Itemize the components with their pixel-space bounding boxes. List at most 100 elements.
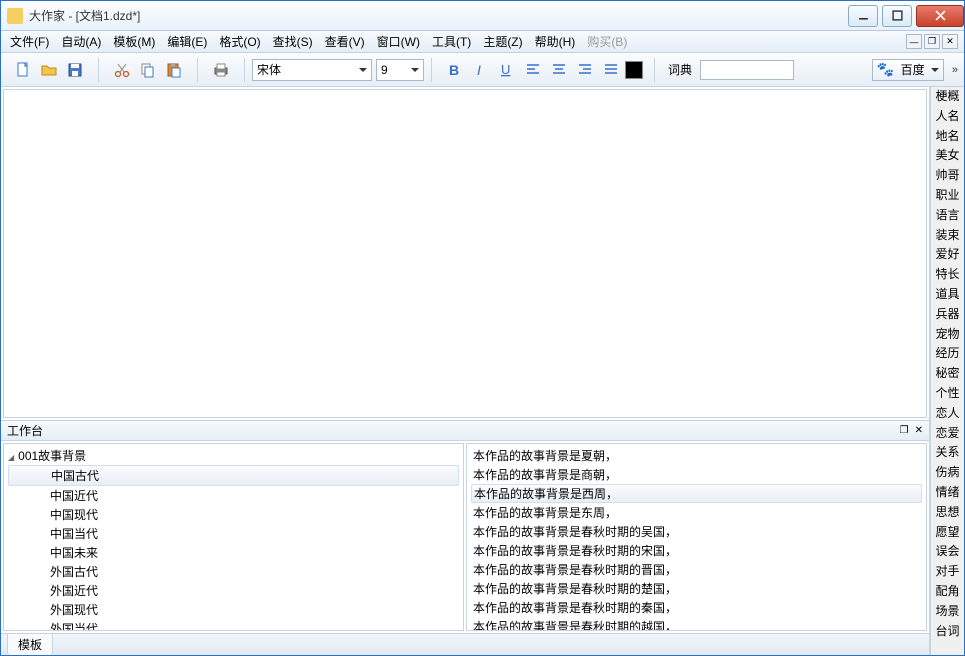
list-item[interactable]: 本作品的故事背景是春秋时期的晋国， xyxy=(467,560,926,579)
menu-item[interactable]: 自动(A) xyxy=(56,31,106,52)
sidebar-item[interactable]: 宠物 xyxy=(931,325,964,345)
side-panel: 梗概人名地名美女帅哥职业语言装束爱好特长道具兵器宠物经历秘密个性恋人恋爱关系伤病… xyxy=(930,87,964,655)
menu-item[interactable]: 查找(S) xyxy=(268,31,318,52)
paste-button[interactable] xyxy=(162,58,186,82)
font-size: 9 xyxy=(381,63,388,77)
menu-item[interactable]: 查看(V) xyxy=(320,31,370,52)
sidebar-item[interactable]: 对手 xyxy=(931,562,964,582)
sidebar-item[interactable]: 爱好 xyxy=(931,245,964,265)
sidebar-item[interactable]: 恋人 xyxy=(931,404,964,424)
menu-item[interactable]: 窗口(W) xyxy=(372,31,425,52)
sidebar-item[interactable]: 台词 xyxy=(931,622,964,642)
sidebar-item[interactable]: 愿望 xyxy=(931,523,964,543)
font-color-button[interactable] xyxy=(625,61,643,79)
sidebar-item[interactable]: 情绪 xyxy=(931,483,964,503)
sidebar-item[interactable]: 语言 xyxy=(931,206,964,226)
sidebar-item[interactable]: 经历 xyxy=(931,344,964,364)
maximize-button[interactable] xyxy=(882,5,912,27)
save-button[interactable] xyxy=(63,58,87,82)
align-right-button[interactable] xyxy=(573,58,597,82)
dock-float-button[interactable]: ❐ xyxy=(900,425,909,436)
tree-pane[interactable]: 001故事背景中国古代中国近代中国现代中国当代中国未来外国古代外国近代外国现代外… xyxy=(3,443,464,631)
title-bar: 大作家 - [文档1.dzd*] xyxy=(1,1,964,31)
sidebar-item[interactable]: 关系 xyxy=(931,443,964,463)
minimize-button[interactable] xyxy=(848,5,878,27)
tree-item[interactable]: 中国当代 xyxy=(4,524,463,543)
toolbar: 宋体 9 B I U 词典 🐾百度 » xyxy=(1,53,964,87)
dock-tab-template[interactable]: 模板 xyxy=(7,633,53,655)
sidebar-item[interactable]: 恋爱 xyxy=(931,424,964,444)
align-left-button[interactable] xyxy=(521,58,545,82)
sidebar-item[interactable]: 地名 xyxy=(931,127,964,147)
dictionary-input[interactable] xyxy=(700,60,794,80)
menu-item[interactable]: 文件(F) xyxy=(5,31,54,52)
mdi-close-button[interactable]: ✕ xyxy=(942,34,958,49)
sidebar-item[interactable]: 场景 xyxy=(931,602,964,622)
bold-button[interactable]: B xyxy=(443,58,467,82)
sidebar-item[interactable]: 伤病 xyxy=(931,463,964,483)
sidebar-item[interactable]: 梗概 xyxy=(931,87,964,107)
italic-button[interactable]: I xyxy=(469,58,493,82)
sidebar-item[interactable]: 人名 xyxy=(931,107,964,127)
list-item[interactable]: 本作品的故事背景是夏朝， xyxy=(467,446,926,465)
open-file-button[interactable] xyxy=(37,58,61,82)
sidebar-item[interactable]: 个性 xyxy=(931,384,964,404)
dock-close-button[interactable]: ✕ xyxy=(915,425,923,436)
list-item[interactable]: 本作品的故事背景是春秋时期的宋国， xyxy=(467,541,926,560)
menu-item[interactable]: 编辑(E) xyxy=(162,31,212,52)
sidebar-item[interactable]: 道具 xyxy=(931,285,964,305)
underline-button[interactable]: U xyxy=(495,58,519,82)
menu-item[interactable]: 购买(B) xyxy=(582,31,632,52)
sidebar-item[interactable]: 特长 xyxy=(931,265,964,285)
tree-item[interactable]: 外国古代 xyxy=(4,562,463,581)
menu-item[interactable]: 工具(T) xyxy=(427,31,476,52)
list-pane[interactable]: 本作品的故事背景是夏朝，本作品的故事背景是商朝，本作品的故事背景是西周，本作品的… xyxy=(466,443,927,631)
tree-item[interactable]: 外国近代 xyxy=(4,581,463,600)
search-engine-select[interactable]: 🐾百度 xyxy=(872,59,944,81)
sidebar-item[interactable]: 职业 xyxy=(931,186,964,206)
toolbar-more-icon[interactable]: » xyxy=(952,64,958,76)
print-button[interactable] xyxy=(209,58,233,82)
menu-item[interactable]: 帮助(H) xyxy=(530,31,581,52)
cut-button[interactable] xyxy=(110,58,134,82)
tree-item[interactable]: 外国现代 xyxy=(4,600,463,619)
tree-item[interactable]: 001故事背景 xyxy=(4,446,463,465)
tree-item[interactable]: 中国近代 xyxy=(4,486,463,505)
editor-area[interactable] xyxy=(3,89,927,418)
tree-item[interactable]: 外国当代 xyxy=(4,619,463,630)
list-item[interactable]: 本作品的故事背景是春秋时期的楚国， xyxy=(467,579,926,598)
sidebar-item[interactable]: 美女 xyxy=(931,146,964,166)
font-name: 宋体 xyxy=(257,61,281,78)
list-item[interactable]: 本作品的故事背景是春秋时期的越国， xyxy=(467,617,926,630)
list-item[interactable]: 本作品的故事背景是西周， xyxy=(471,484,922,503)
new-file-button[interactable] xyxy=(11,58,35,82)
sidebar-item[interactable]: 配角 xyxy=(931,582,964,602)
align-justify-button[interactable] xyxy=(599,58,623,82)
sidebar-item[interactable]: 装束 xyxy=(931,226,964,246)
tree-item[interactable]: 中国现代 xyxy=(4,505,463,524)
sidebar-item[interactable]: 帅哥 xyxy=(931,166,964,186)
font-select[interactable]: 宋体 xyxy=(252,59,372,81)
list-item[interactable]: 本作品的故事背景是春秋时期的秦国， xyxy=(467,598,926,617)
sidebar-item[interactable]: 误会 xyxy=(931,542,964,562)
svg-text:B: B xyxy=(449,62,459,78)
sidebar-item[interactable]: 秘密 xyxy=(931,364,964,384)
close-button[interactable] xyxy=(916,5,964,27)
tree-item[interactable]: 中国古代 xyxy=(8,465,459,486)
list-item[interactable]: 本作品的故事背景是春秋时期的吴国， xyxy=(467,522,926,541)
mdi-restore-button[interactable]: ❐ xyxy=(924,34,940,49)
tree-item[interactable]: 中国未来 xyxy=(4,543,463,562)
mdi-minimize-button[interactable]: — xyxy=(906,34,922,49)
align-center-button[interactable] xyxy=(547,58,571,82)
sidebar-item[interactable]: 思想 xyxy=(931,503,964,523)
list-item[interactable]: 本作品的故事背景是商朝， xyxy=(467,465,926,484)
copy-button[interactable] xyxy=(136,58,160,82)
editor-textarea[interactable] xyxy=(4,90,926,417)
font-size-select[interactable]: 9 xyxy=(376,59,424,81)
menu-item[interactable]: 模板(M) xyxy=(108,31,160,52)
menu-item[interactable]: 主题(Z) xyxy=(478,31,527,52)
dictionary-label: 词典 xyxy=(668,61,692,78)
menu-item[interactable]: 格式(O) xyxy=(214,31,265,52)
list-item[interactable]: 本作品的故事背景是东周， xyxy=(467,503,926,522)
sidebar-item[interactable]: 兵器 xyxy=(931,305,964,325)
